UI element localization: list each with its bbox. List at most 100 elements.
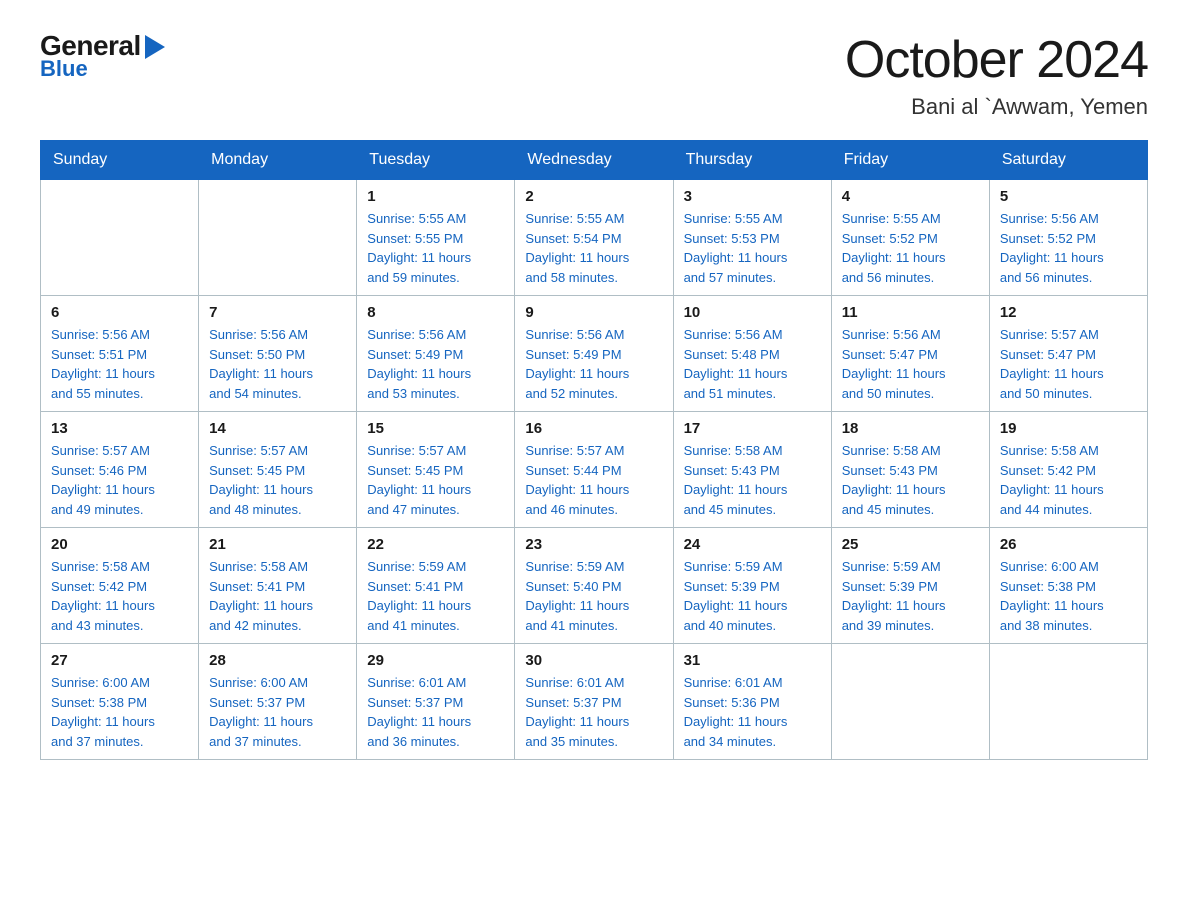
- day-number: 21: [209, 536, 346, 553]
- day-number: 26: [1000, 536, 1137, 553]
- calendar-cell: 21 Sunrise: 5:58 AMSunset: 5:41 PMDayligh…: [199, 528, 357, 644]
- day-number: 16: [525, 420, 662, 437]
- day-info: Sunrise: 5:58 AMSunset: 5:41 PMDaylight:…: [209, 557, 346, 635]
- day-info: Sunrise: 5:56 AMSunset: 5:50 PMDaylight:…: [209, 325, 346, 403]
- calendar-cell: 17 Sunrise: 5:58 AMSunset: 5:43 PMDayligh…: [673, 412, 831, 528]
- calendar-cell: 2 Sunrise: 5:55 AMSunset: 5:54 PMDaylight…: [515, 180, 673, 296]
- calendar-cell: 26Sunrise: 6:00 AMSunset: 5:38 PMDayligh…: [989, 528, 1147, 644]
- day-number: 4: [842, 188, 979, 205]
- weekday-header: Sunday: [41, 141, 199, 180]
- day-info: Sunrise: 6:01 AMSunset: 5:37 PMDaylight:…: [367, 673, 504, 751]
- day-number: 11: [842, 304, 979, 321]
- calendar-cell: 9 Sunrise: 5:56 AMSunset: 5:49 PMDaylight…: [515, 296, 673, 412]
- day-number: 2: [525, 188, 662, 205]
- day-info: Sunrise: 5:58 AMSunset: 5:43 PMDaylight:…: [684, 441, 821, 519]
- calendar-cell: 3Sunrise: 5:55 AMSunset: 5:53 PMDaylight…: [673, 180, 831, 296]
- calendar-cell: 22 Sunrise: 5:59 AMSunset: 5:41 PMDayligh…: [357, 528, 515, 644]
- calendar-cell: 23 Sunrise: 5:59 AMSunset: 5:40 PMDayligh…: [515, 528, 673, 644]
- day-number: 1: [367, 188, 504, 205]
- calendar-cell: 6 Sunrise: 5:56 AMSunset: 5:51 PMDaylight…: [41, 296, 199, 412]
- day-number: 9: [525, 304, 662, 321]
- calendar-cell: [989, 644, 1147, 760]
- day-info: Sunrise: 6:01 AMSunset: 5:37 PMDaylight:…: [525, 673, 662, 751]
- calendar-cell: 20Sunrise: 5:58 AMSunset: 5:42 PMDayligh…: [41, 528, 199, 644]
- calendar-cell: 19 Sunrise: 5:58 AMSunset: 5:42 PMDayligh…: [989, 412, 1147, 528]
- calendar-cell: 4 Sunrise: 5:55 AMSunset: 5:52 PMDaylight…: [831, 180, 989, 296]
- day-info: Sunrise: 5:57 AMSunset: 5:44 PMDaylight:…: [525, 441, 662, 519]
- calendar-week-row: 20Sunrise: 5:58 AMSunset: 5:42 PMDayligh…: [41, 528, 1148, 644]
- weekday-header: Friday: [831, 141, 989, 180]
- weekday-header: Saturday: [989, 141, 1147, 180]
- day-number: 22: [367, 536, 504, 553]
- day-info: Sunrise: 5:59 AMSunset: 5:39 PMDaylight:…: [684, 557, 821, 635]
- day-info: Sunrise: 5:56 AMSunset: 5:49 PMDaylight:…: [525, 325, 662, 403]
- day-info: Sunrise: 5:58 AMSunset: 5:42 PMDaylight:…: [1000, 441, 1137, 519]
- day-info: Sunrise: 5:57 AMSunset: 5:45 PMDaylight:…: [209, 441, 346, 519]
- day-number: 8: [367, 304, 504, 321]
- logo-blue-text: Blue: [40, 56, 88, 82]
- calendar-cell: 18Sunrise: 5:58 AMSunset: 5:43 PMDayligh…: [831, 412, 989, 528]
- calendar-cell: 1 Sunrise: 5:55 AMSunset: 5:55 PMDaylight…: [357, 180, 515, 296]
- calendar-week-row: 27Sunrise: 6:00 AMSunset: 5:38 PMDayligh…: [41, 644, 1148, 760]
- day-info: Sunrise: 5:59 AMSunset: 5:41 PMDaylight:…: [367, 557, 504, 635]
- calendar-cell: [41, 180, 199, 296]
- day-number: 17: [684, 420, 821, 437]
- page-title: October 2024: [845, 30, 1148, 90]
- calendar-cell: 14 Sunrise: 5:57 AMSunset: 5:45 PMDayligh…: [199, 412, 357, 528]
- day-number: 14: [209, 420, 346, 437]
- day-info: Sunrise: 5:58 AMSunset: 5:42 PMDaylight:…: [51, 557, 188, 635]
- day-number: 10: [684, 304, 821, 321]
- day-info: Sunrise: 5:57 AMSunset: 5:45 PMDaylight:…: [367, 441, 504, 519]
- weekday-header: Wednesday: [515, 141, 673, 180]
- page-header: General Blue October 2024 Bani al `Awwam…: [40, 30, 1148, 120]
- day-info: Sunrise: 6:00 AMSunset: 5:37 PMDaylight:…: [209, 673, 346, 751]
- calendar-cell: 5Sunrise: 5:56 AMSunset: 5:52 PMDaylight…: [989, 180, 1147, 296]
- calendar-header-row: SundayMondayTuesdayWednesdayThursdayFrid…: [41, 141, 1148, 180]
- calendar-cell: 27Sunrise: 6:00 AMSunset: 5:38 PMDayligh…: [41, 644, 199, 760]
- day-info: Sunrise: 5:57 AMSunset: 5:46 PMDaylight:…: [51, 441, 188, 519]
- day-info: Sunrise: 5:56 AMSunset: 5:49 PMDaylight:…: [367, 325, 504, 403]
- calendar-cell: 10Sunrise: 5:56 AMSunset: 5:48 PMDayligh…: [673, 296, 831, 412]
- day-number: 15: [367, 420, 504, 437]
- day-number: 31: [684, 652, 821, 669]
- day-info: Sunrise: 5:59 AMSunset: 5:39 PMDaylight:…: [842, 557, 979, 635]
- day-info: Sunrise: 5:55 AMSunset: 5:55 PMDaylight:…: [367, 209, 504, 287]
- day-info: Sunrise: 5:55 AMSunset: 5:52 PMDaylight:…: [842, 209, 979, 287]
- day-number: 28: [209, 652, 346, 669]
- logo-arrow-icon: [145, 35, 165, 59]
- day-number: 19: [1000, 420, 1137, 437]
- calendar-cell: 12Sunrise: 5:57 AMSunset: 5:47 PMDayligh…: [989, 296, 1147, 412]
- calendar-cell: 30Sunrise: 6:01 AMSunset: 5:37 PMDayligh…: [515, 644, 673, 760]
- day-info: Sunrise: 6:01 AMSunset: 5:36 PMDaylight:…: [684, 673, 821, 751]
- calendar-cell: 8 Sunrise: 5:56 AMSunset: 5:49 PMDaylight…: [357, 296, 515, 412]
- calendar-week-row: 6 Sunrise: 5:56 AMSunset: 5:51 PMDaylight…: [41, 296, 1148, 412]
- calendar-cell: 28 Sunrise: 6:00 AMSunset: 5:37 PMDayligh…: [199, 644, 357, 760]
- calendar-cell: 11Sunrise: 5:56 AMSunset: 5:47 PMDayligh…: [831, 296, 989, 412]
- day-number: 13: [51, 420, 188, 437]
- day-number: 6: [51, 304, 188, 321]
- weekday-header: Monday: [199, 141, 357, 180]
- day-info: Sunrise: 5:59 AMSunset: 5:40 PMDaylight:…: [525, 557, 662, 635]
- calendar-week-row: 13 Sunrise: 5:57 AMSunset: 5:46 PMDayligh…: [41, 412, 1148, 528]
- day-number: 25: [842, 536, 979, 553]
- day-number: 7: [209, 304, 346, 321]
- calendar-table: SundayMondayTuesdayWednesdayThursdayFrid…: [40, 140, 1148, 760]
- day-info: Sunrise: 5:58 AMSunset: 5:43 PMDaylight:…: [842, 441, 979, 519]
- day-number: 24: [684, 536, 821, 553]
- day-number: 29: [367, 652, 504, 669]
- day-info: Sunrise: 5:56 AMSunset: 5:51 PMDaylight:…: [51, 325, 188, 403]
- day-info: Sunrise: 5:55 AMSunset: 5:53 PMDaylight:…: [684, 209, 821, 287]
- weekday-header: Thursday: [673, 141, 831, 180]
- day-info: Sunrise: 5:55 AMSunset: 5:54 PMDaylight:…: [525, 209, 662, 287]
- calendar-cell: 13 Sunrise: 5:57 AMSunset: 5:46 PMDayligh…: [41, 412, 199, 528]
- weekday-header: Tuesday: [357, 141, 515, 180]
- day-number: 5: [1000, 188, 1137, 205]
- calendar-cell: 31 Sunrise: 6:01 AMSunset: 5:36 PMDayligh…: [673, 644, 831, 760]
- calendar-cell: 29 Sunrise: 6:01 AMSunset: 5:37 PMDayligh…: [357, 644, 515, 760]
- calendar-cell: [831, 644, 989, 760]
- day-number: 23: [525, 536, 662, 553]
- logo: General Blue: [40, 30, 165, 82]
- day-info: Sunrise: 5:57 AMSunset: 5:47 PMDaylight:…: [1000, 325, 1137, 403]
- page-subtitle: Bani al `Awwam, Yemen: [845, 94, 1148, 120]
- calendar-cell: 25 Sunrise: 5:59 AMSunset: 5:39 PMDayligh…: [831, 528, 989, 644]
